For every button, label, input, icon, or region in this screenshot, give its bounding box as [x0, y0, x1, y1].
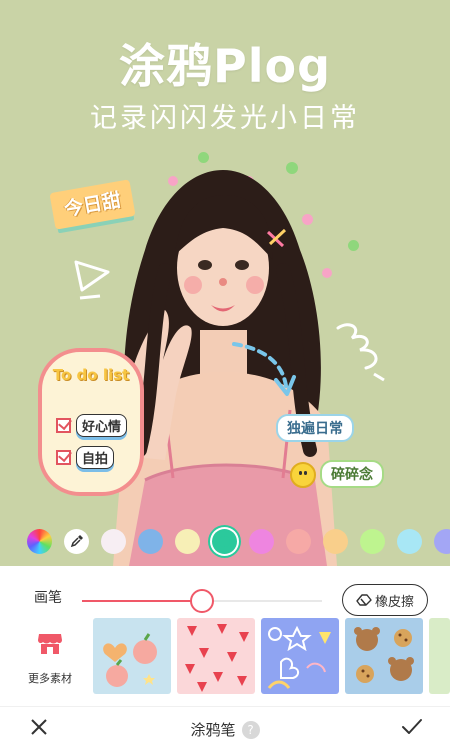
color-swatch[interactable]: [101, 528, 126, 554]
brush-size-slider[interactable]: [82, 589, 322, 613]
todo-list-sticker[interactable]: To do list 好心情 自拍: [38, 348, 144, 496]
todo-item: 好心情: [56, 414, 128, 437]
color-swatch[interactable]: [286, 528, 311, 554]
help-icon[interactable]: ?: [241, 721, 260, 739]
more-materials-label: 更多素材: [28, 672, 72, 685]
color-wheel-swatch[interactable]: [27, 528, 52, 554]
eraser-label: 橡皮擦: [374, 594, 414, 610]
todo-item-label: 好心情: [76, 414, 128, 437]
hero-subtitle: 记录闪闪发光小日常: [90, 103, 360, 134]
hero-title: 涂鸦Plog: [118, 39, 331, 93]
doodle-icons-pack-thumbnail[interactable]: [261, 618, 339, 694]
eraser-icon: [356, 594, 372, 606]
doodle-icon: [267, 625, 331, 689]
swirl-doodle-icon: [336, 323, 385, 382]
checkbox-icon: [56, 450, 71, 465]
eyedropper-icon: [70, 535, 83, 548]
peach-sticker-pack-thumbnail[interactable]: [93, 618, 171, 694]
todo-item-label: 自拍: [76, 446, 115, 469]
slider-knob[interactable]: [190, 589, 214, 613]
store-icon: [38, 634, 62, 654]
checkbox-icon: [56, 418, 71, 433]
color-swatch[interactable]: [249, 528, 274, 554]
todo-title: To do list: [52, 366, 130, 384]
eraser-button[interactable]: 橡皮擦: [342, 584, 428, 616]
brush-label: 画笔: [34, 590, 62, 606]
bottom-bar: 涂鸦笔?: [0, 706, 450, 750]
color-swatch[interactable]: [434, 528, 450, 554]
daily-pill-sticker[interactable]: 独遍日常: [276, 414, 354, 442]
more-materials-button[interactable]: 更多素材: [22, 628, 78, 694]
color-swatch[interactable]: [360, 528, 385, 554]
color-palette: [0, 524, 450, 558]
color-swatch[interactable]: [175, 528, 200, 554]
triangle-doodle-icon: [74, 260, 110, 300]
preview-canvas[interactable]: 涂鸦Plog 记录闪闪发光小日常 今日甜 To do list 好心情 自拍 独…: [0, 0, 450, 566]
decor-dot: [348, 240, 359, 251]
dashed-arrow-icon: [232, 342, 296, 396]
smiley-icon: [290, 462, 316, 488]
tool-title-text: 涂鸦笔: [190, 721, 236, 739]
tool-panel: 画笔 橡皮擦 更多素材 涂鸦笔 ?: [0, 566, 450, 750]
brush-size-row: 画笔 橡皮擦: [0, 574, 450, 620]
color-swatch[interactable]: [212, 528, 237, 554]
portrait-photo: [113, 170, 337, 566]
strawberry-icon: [185, 624, 249, 692]
slider-fill: [82, 600, 202, 602]
peach-icon: [103, 633, 157, 687]
teddy-bear-pack-thumbnail[interactable]: [345, 618, 423, 694]
color-swatch[interactable]: [323, 528, 348, 554]
partial-pack-thumbnail[interactable]: [429, 618, 450, 694]
strawberry-pack-thumbnail[interactable]: [177, 618, 255, 694]
material-strip: 更多素材: [0, 618, 450, 696]
confirm-check-icon[interactable]: [400, 716, 424, 738]
eyedropper-swatch[interactable]: [64, 528, 89, 554]
color-swatch[interactable]: [397, 528, 422, 554]
todo-item: 自拍: [56, 446, 115, 469]
chatter-pill-sticker[interactable]: 碎碎念: [320, 460, 384, 488]
tool-title: 涂鸦笔?: [0, 719, 450, 740]
teddy-bear-icon: [354, 627, 414, 683]
color-swatch[interactable]: [138, 528, 163, 554]
